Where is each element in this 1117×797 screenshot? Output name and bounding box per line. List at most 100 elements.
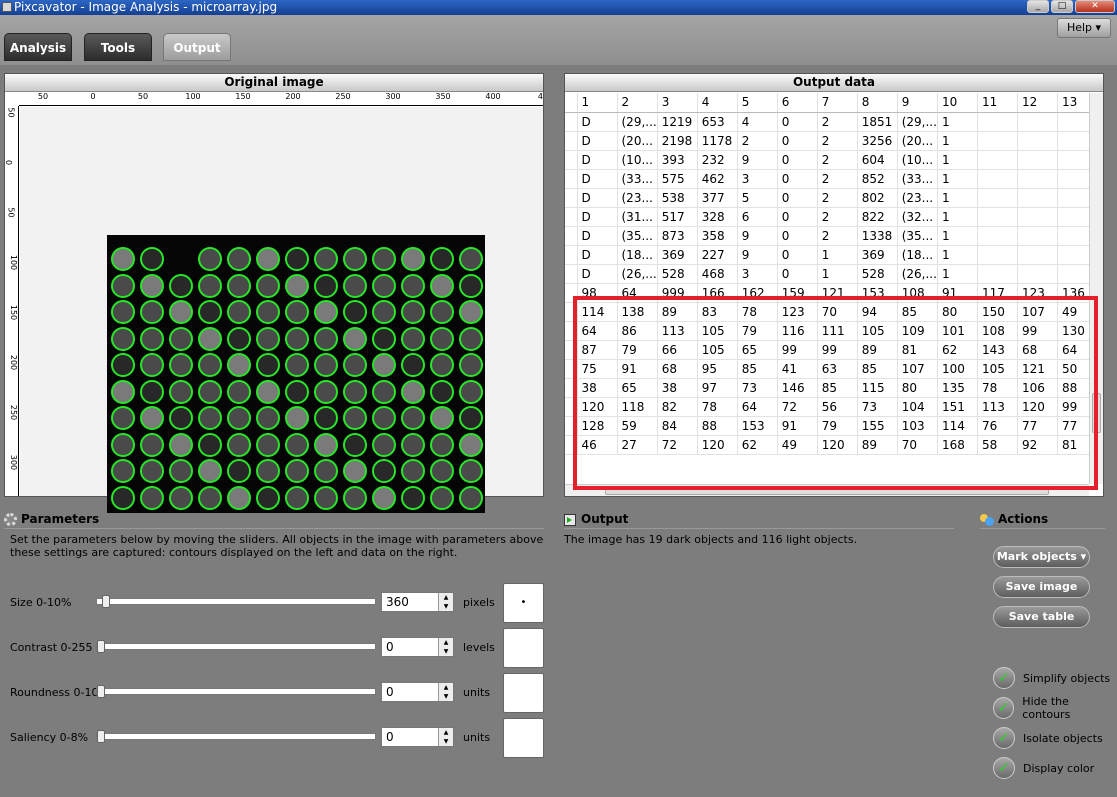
table-cell: 135 xyxy=(937,378,978,398)
column-header[interactable]: 8 xyxy=(857,93,898,113)
close-button[interactable]: ✕ xyxy=(1075,0,1115,13)
column-header[interactable] xyxy=(565,93,578,113)
slider-thumb[interactable] xyxy=(102,595,111,608)
slider-thumb[interactable] xyxy=(97,640,105,653)
simplify-objects-checkbox[interactable]: ✓ Simplify objects xyxy=(993,666,1110,690)
table-row[interactable]: 98 64 999 166 162 159 121 153 108 91 117 123 136 xyxy=(565,283,1089,303)
table-row[interactable]: 46 27 72 120 62 49 120 89 70 168 58 92 81 xyxy=(565,435,1089,455)
table-cell: 153 xyxy=(737,416,778,436)
table-row[interactable]: 128 59 84 88 153 91 79 155 103 114 76 77 77 xyxy=(565,416,1089,436)
table-cell: 64 xyxy=(617,283,658,303)
table-row[interactable]: D (26,... 528 468 3 0 1 528 (26,... 1 xyxy=(565,264,1089,284)
column-header[interactable]: 2 xyxy=(617,93,658,113)
array-spot xyxy=(198,379,222,404)
table-row[interactable]: 38 65 38 97 73 146 85 115 80 135 78 106 88 xyxy=(565,378,1089,398)
table-row[interactable]: 75 91 68 95 85 41 63 85 107 100 105 121 50 xyxy=(565,359,1089,379)
table-cell: 65 xyxy=(737,340,778,360)
table-cell: (10... xyxy=(617,150,658,170)
table-cell: 468 xyxy=(697,264,738,284)
array-spot xyxy=(256,485,280,510)
table-cell: 50 xyxy=(1057,359,1089,379)
slider-thumb[interactable] xyxy=(97,685,105,698)
table-cell: 128 xyxy=(577,416,618,436)
table-cell: 121 xyxy=(817,283,858,303)
table-row[interactable]: D (20... 2198 1178 2 0 2 3256 (20... 1 xyxy=(565,131,1089,151)
image-canvas[interactable] xyxy=(20,107,543,513)
table-cell: 97 xyxy=(697,378,738,398)
spin-arrows-icon[interactable]: ▲ ▼ xyxy=(438,683,453,701)
maximize-button[interactable]: □ xyxy=(1051,0,1073,13)
original-image-title: Original image xyxy=(5,74,543,92)
spin-arrows-icon[interactable]: ▲ ▼ xyxy=(438,638,453,656)
column-header[interactable]: 13 xyxy=(1057,93,1089,113)
table-cell: 77 xyxy=(1057,416,1089,436)
parameter-slider[interactable] xyxy=(96,595,376,608)
table-row[interactable]: D (33... 575 462 3 0 2 852 (33... 1 xyxy=(565,169,1089,189)
vertical-scrollbar[interactable] xyxy=(1089,93,1103,484)
column-header[interactable]: 1 xyxy=(577,93,618,113)
parameter-preview xyxy=(503,718,544,758)
parameter-slider[interactable] xyxy=(96,685,376,698)
parameter-slider[interactable] xyxy=(96,640,376,653)
array-spot xyxy=(285,406,309,430)
table-cell: 100 xyxy=(937,359,978,379)
column-header[interactable]: 3 xyxy=(657,93,698,113)
tab-analysis[interactable]: Analysis xyxy=(4,33,72,61)
table-cell: D xyxy=(577,245,618,265)
spin-arrows-icon[interactable]: ▲ ▼ xyxy=(438,593,453,611)
table-row[interactable]: 114 138 89 83 78 123 70 94 85 80 150 107 49 xyxy=(565,302,1089,322)
table-cell: 1 xyxy=(937,112,978,132)
table-cell: (10... xyxy=(897,150,938,170)
parameter-spinbox[interactable]: 0 ▲ ▼ xyxy=(381,637,454,657)
output-table-container[interactable]: 1 2 3 4 5 6 7 8 9 10 11 12 13 D (29,... 1219 653 4 0 2 1851… xyxy=(565,93,1089,484)
minimize-button[interactable]: _ xyxy=(1027,0,1049,13)
hide-contours-checkbox[interactable]: ✓ Hide the contours xyxy=(993,695,1117,721)
column-header[interactable]: 9 xyxy=(897,93,938,113)
isolate-objects-checkbox[interactable]: ✓ Isolate objects xyxy=(993,726,1103,750)
horizontal-scroll-thumb[interactable] xyxy=(605,487,1049,495)
table-cell: 84 xyxy=(657,416,698,436)
help-button[interactable]: Help ▾ xyxy=(1057,18,1111,38)
column-header[interactable]: 7 xyxy=(817,93,858,113)
horizontal-scrollbar[interactable] xyxy=(565,484,1089,496)
parameter-spinbox[interactable]: 0 ▲ ▼ xyxy=(381,682,454,702)
column-header[interactable]: 5 xyxy=(737,93,778,113)
table-row[interactable]: D (31... 517 328 6 0 2 822 (32... 1 xyxy=(565,207,1089,227)
table-row[interactable]: D (18... 369 227 9 0 1 369 (18... 1 xyxy=(565,245,1089,265)
column-header[interactable]: 4 xyxy=(697,93,738,113)
table-row[interactable]: D (10... 393 232 9 0 2 604 (10... 1 xyxy=(565,150,1089,170)
slider-thumb[interactable] xyxy=(97,730,105,743)
column-header[interactable]: 10 xyxy=(937,93,978,113)
mark-objects-button[interactable]: Mark objects ▾ xyxy=(993,546,1090,568)
table-cell: 89 xyxy=(657,302,698,322)
table-row[interactable]: 120 118 82 78 64 72 56 73 104 151 113 120 99 xyxy=(565,397,1089,417)
table-cell xyxy=(977,264,1018,284)
array-spot xyxy=(227,459,251,483)
column-header[interactable]: 11 xyxy=(977,93,1018,113)
spin-arrows-icon[interactable]: ▲ ▼ xyxy=(438,728,453,746)
table-cell: 3256 xyxy=(857,131,898,151)
table-cell: 75 xyxy=(577,359,618,379)
parameter-spinbox[interactable]: 360 ▲ ▼ xyxy=(381,592,454,612)
table-cell: 0 xyxy=(777,264,818,284)
table-row[interactable]: D (29,... 1219 653 4 0 2 1851 (29,... 1 xyxy=(565,112,1089,132)
save-image-button[interactable]: Save image xyxy=(993,576,1090,598)
tab-tools[interactable]: Tools xyxy=(84,33,152,61)
save-table-button[interactable]: Save table xyxy=(993,606,1090,628)
column-header[interactable]: 12 xyxy=(1017,93,1058,113)
parameter-slider[interactable] xyxy=(96,730,376,743)
table-row[interactable]: D (35... 873 358 9 0 2 1338 (35... 1 xyxy=(565,226,1089,246)
display-color-checkbox[interactable]: ✓ Display color xyxy=(993,756,1094,780)
table-cell: 85 xyxy=(737,359,778,379)
table-row[interactable]: 87 79 66 105 65 99 99 89 81 62 143 68 64 xyxy=(565,340,1089,360)
table-cell: 538 xyxy=(657,188,698,208)
tab-output[interactable]: Output xyxy=(163,33,231,61)
table-cell: D xyxy=(577,131,618,151)
parameter-spinbox[interactable]: 0 ▲ ▼ xyxy=(381,727,454,747)
vertical-scroll-thumb[interactable] xyxy=(1092,393,1101,433)
column-header[interactable]: 6 xyxy=(777,93,818,113)
table-row[interactable]: 64 86 113 105 79 116 111 105 109 101 108 99 130 xyxy=(565,321,1089,341)
array-spot xyxy=(401,379,425,404)
array-spot xyxy=(285,459,309,483)
table-row[interactable]: D (23... 538 377 5 0 2 802 (23... 1 xyxy=(565,188,1089,208)
